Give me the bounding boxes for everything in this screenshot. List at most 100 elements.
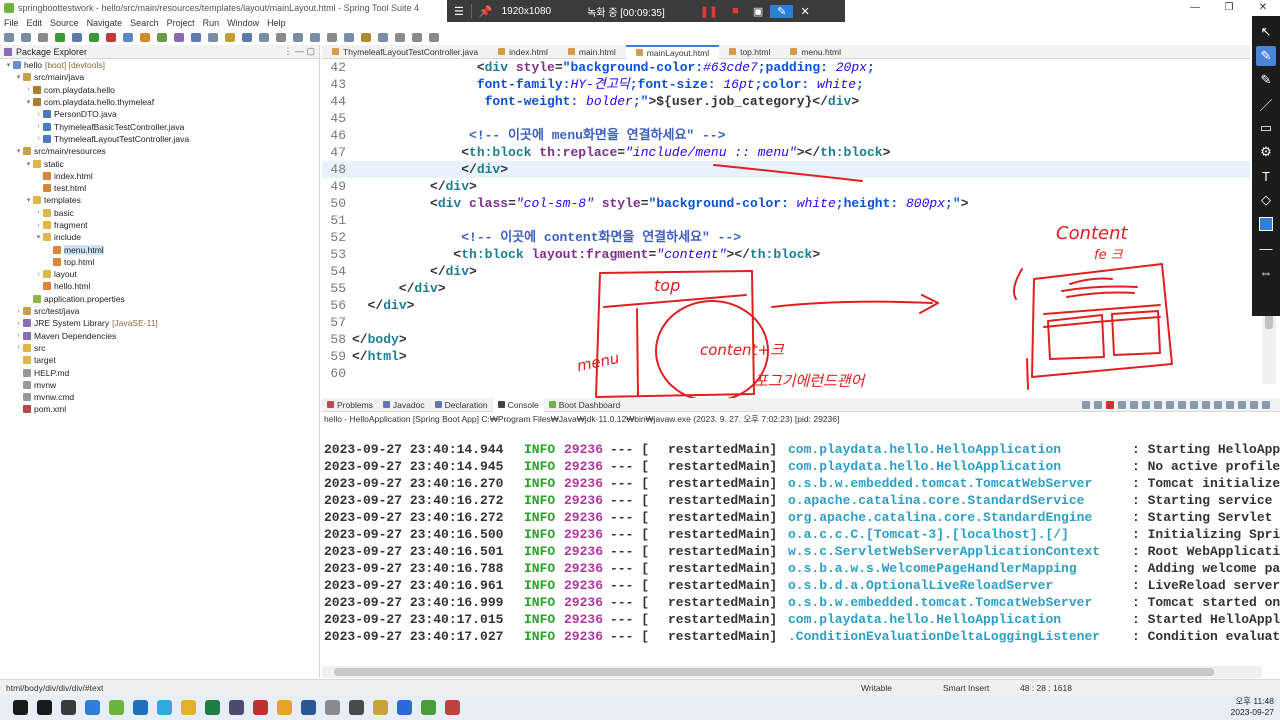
menu-item-source[interactable]: Source [46,18,83,28]
tree-item[interactable]: menu.html [0,243,319,255]
taskbar-clock[interactable]: 오후 11:48 2023-09-27 [1231,696,1274,718]
close-recorder-icon[interactable]: ✕ [793,5,816,18]
code-line[interactable]: 59 </html> [322,348,1250,365]
code-line[interactable]: 56 </div> [322,297,1250,314]
tree-item[interactable]: index.html [0,170,319,182]
tab-javadoc[interactable]: Javadoc [378,398,430,412]
taskbar-app[interactable] [152,695,176,720]
pin-icon[interactable]: 📌 [472,5,500,18]
toolbar-button-icon[interactable] [106,32,116,42]
draw-tool-icon[interactable]: ⚙ [1256,142,1276,162]
menu-item-project[interactable]: Project [163,18,199,28]
tree-item[interactable]: top.html [0,256,319,268]
code-line[interactable]: 60 [322,365,1250,382]
console-action-icon[interactable] [1130,401,1138,409]
tree-item[interactable]: ▾ com.playdata.hello.thymeleaf [0,96,319,108]
expanded-arrow-icon[interactable]: ▾ [14,73,23,81]
collapsed-arrow-icon[interactable]: › [14,320,23,327]
taskbar-app[interactable] [104,695,128,720]
view-menu-icon[interactable]: ⋮ — ▢ [283,46,315,57]
draw-tool-icon[interactable] [1256,214,1276,234]
toolbar-button-icon[interactable] [395,32,405,42]
draw-tool-icon[interactable]: ✎ [1256,70,1276,90]
taskbar-app[interactable] [272,695,296,720]
tree-item[interactable]: › src/test/java [0,305,319,317]
stop-icon[interactable]: ■ [725,5,746,17]
code-line[interactable]: 55 </div> [322,280,1250,297]
toolbar-button-icon[interactable] [361,32,371,42]
tab-console[interactable]: Console [492,397,544,412]
taskbar-app[interactable] [296,695,320,720]
taskbar-app[interactable] [128,695,152,720]
code-line[interactable]: 47 <th:block th:replace="include/menu ::… [322,144,1250,161]
collapsed-arrow-icon[interactable]: › [34,222,43,229]
collapsed-arrow-icon[interactable]: › [24,86,33,93]
tree-item[interactable]: test.html [0,182,319,194]
toolbar-button-icon[interactable] [344,32,354,42]
toolbar-button-icon[interactable] [327,32,337,42]
taskbar-app[interactable] [56,695,80,720]
expanded-arrow-icon[interactable]: ▾ [24,196,33,204]
toolbar-button-icon[interactable] [191,32,201,42]
expanded-arrow-icon[interactable]: ▾ [24,98,33,106]
code-line[interactable]: 57 [322,314,1250,331]
code-line[interactable]: 52 <!-- 이곳에 content화면을 연결하세요" --> [322,229,1250,246]
collapsed-arrow-icon[interactable]: › [14,332,23,339]
console-output[interactable]: 2023-09-27 23:40:14.944 INFO 29236 --- [res… [322,441,1280,659]
pen-color-swatch[interactable] [1259,217,1273,231]
draw-tool-icon[interactable]: ◇ [1256,190,1276,210]
draw-tool-icon[interactable]: ／ [1256,94,1276,114]
console-action-icon[interactable] [1178,401,1186,409]
menu-item-file[interactable]: File [0,18,23,28]
expanded-arrow-icon[interactable]: ▾ [14,147,23,155]
menu-item-search[interactable]: Search [126,18,163,28]
console-action-icon[interactable] [1094,401,1102,409]
code-line[interactable]: 49 </div> [322,178,1250,195]
console-action-icon[interactable] [1238,401,1246,409]
code-editor[interactable]: 42 <div style="background-color:#63cde7;… [322,59,1250,384]
tree-item[interactable]: › PersonDTO.java [0,108,319,120]
toolbar-button-icon[interactable] [157,32,167,42]
code-line[interactable]: 58 </body> [322,331,1250,348]
tree-item[interactable]: HELP.md [0,366,319,378]
package-explorer-title[interactable]: Package Explorer [16,47,283,57]
code-line[interactable]: 54 </div> [322,263,1250,280]
tree-item[interactable]: ▾ src/main/resources [0,145,319,157]
tab-problems[interactable]: Problems [322,398,378,412]
taskbar-app[interactable] [224,695,248,720]
toolbar-button-icon[interactable] [4,32,14,42]
terminate-icon[interactable] [1106,401,1114,409]
expanded-arrow-icon[interactable]: ▾ [4,61,13,69]
taskbar-app[interactable] [320,695,344,720]
menu-item-navigate[interactable]: Navigate [83,18,127,28]
code-line[interactable]: 53 <th:block layout:fragment="content"><… [322,246,1250,263]
tab-declaration[interactable]: Declaration [430,398,493,412]
console-action-icon[interactable] [1082,401,1090,409]
taskbar-app[interactable] [440,695,464,720]
tab-boot-dashboard[interactable]: Boot Dashboard [544,398,625,412]
taskbar-app[interactable] [176,695,200,720]
collapsed-arrow-icon[interactable]: › [34,135,43,142]
console-action-icon[interactable] [1250,401,1258,409]
tree-item[interactable]: hello.html [0,280,319,292]
pause-icon[interactable]: ❚❚ [693,5,725,18]
toolbar-button-icon[interactable] [38,32,48,42]
console-action-icon[interactable] [1202,401,1210,409]
draw-tool-icon[interactable]: ✎ [1256,46,1276,66]
console-action-icon[interactable] [1226,401,1234,409]
toolbar-button-icon[interactable] [55,32,65,42]
tree-item[interactable]: ▾ static [0,157,319,169]
editor-tab[interactable]: top.html [719,45,780,59]
collapsed-arrow-icon[interactable]: › [34,123,43,130]
editor-tab[interactable]: ThymeleafLayoutTestController.java [322,45,488,59]
maximize-button[interactable]: ❐ [1212,0,1246,16]
draw-tool-icon[interactable]: T [1256,166,1276,186]
tree-item[interactable]: ▾ include [0,231,319,243]
draw-tool-icon[interactable]: ⇔ [1256,262,1276,282]
toolbar-button-icon[interactable] [208,32,218,42]
menu-item-help[interactable]: Help [263,18,290,28]
code-line[interactable]: 48 </div> [322,161,1250,178]
menu-item-edit[interactable]: Edit [23,18,47,28]
expanded-arrow-icon[interactable]: ▾ [24,160,33,168]
tree-item[interactable]: ▾ src/main/java [0,71,319,83]
